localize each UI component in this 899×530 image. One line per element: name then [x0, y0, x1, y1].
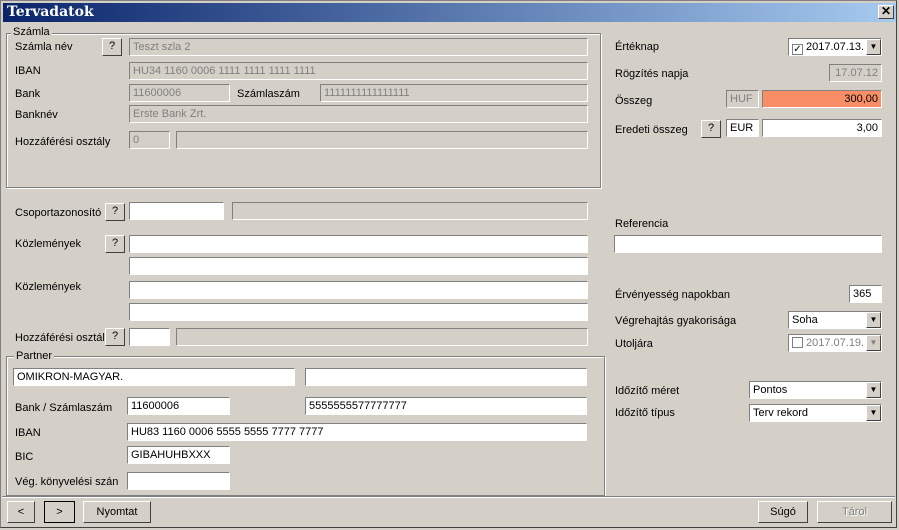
referencia-label: Referencia — [615, 218, 669, 230]
eredeti-currency-field[interactable]: EUR — [726, 119, 759, 137]
close-button[interactable]: ✕ — [878, 5, 894, 19]
szamlaszam-field[interactable]: 1111111111111111 — [320, 84, 588, 102]
chevron-down-icon[interactable]: ▼ — [866, 39, 881, 55]
partner-group-title: Partner — [14, 350, 55, 362]
idozito-meret-label: Időzítő méret — [615, 385, 680, 397]
partner-name-field[interactable]: OMIKRON-MAGYAR. — [13, 368, 295, 386]
hozzaferesi-label: Hozzáférési osztály — [15, 332, 111, 344]
bank-field[interactable]: 11600006 — [129, 84, 230, 102]
chevron-down-icon[interactable]: ▼ — [866, 382, 881, 398]
hozzaferesi-help-button[interactable]: ? — [105, 328, 125, 346]
konyvelesi-field[interactable] — [127, 472, 230, 490]
osszeg-label: Összeg — [615, 95, 653, 107]
szamla-nev-label: Számla név — [15, 41, 73, 53]
next-button[interactable]: > — [44, 501, 75, 523]
partner-bic-field[interactable]: GIBAHUHBXXX — [127, 446, 230, 464]
idozito-tipus-select[interactable]: Terv rekord ▼ — [749, 404, 882, 422]
kozlemenyek-field-3[interactable] — [129, 281, 588, 299]
kozlemenyek1-label: Közlemények — [15, 238, 82, 250]
partner-iban-field[interactable]: HU83 1160 0006 5555 5555 7777 7777 — [127, 423, 587, 441]
partner-szamlaszam-field[interactable]: 5555555577777777 — [305, 397, 587, 415]
save-button[interactable]: Tárol — [817, 501, 892, 523]
partner-iban-label: IBAN — [15, 427, 41, 439]
osszeg-field[interactable]: 300,00 — [762, 90, 882, 108]
rogzites-field[interactable]: 17.07.12 — [829, 64, 882, 82]
eredeti-osszeg-label: Eredeti összeg — [615, 124, 688, 136]
szamla-nev-help-button[interactable]: ? — [102, 38, 122, 56]
kozlemenyek-field-4[interactable] — [129, 303, 588, 321]
idozito-meret-value: Pontos — [753, 384, 788, 396]
erteknap-label: Értéknap — [615, 41, 660, 53]
szamla-hozzaferesi-desc[interactable] — [176, 131, 588, 149]
title-bar[interactable]: Tervadatok ✕ — [3, 3, 896, 22]
idozito-meret-select[interactable]: Pontos ▼ — [749, 381, 882, 399]
utoljara-label: Utoljára — [615, 338, 653, 350]
utoljara-checkbox[interactable] — [792, 337, 803, 348]
window-title: Tervadatok — [7, 4, 94, 20]
kozlemenyek-field-1[interactable] — [129, 235, 588, 253]
osszeg-currency-field[interactable]: HUF — [726, 90, 759, 108]
szamla-nev-field[interactable]: Teszt szla 2 — [129, 38, 588, 56]
gyakorisag-select[interactable]: Soha ▼ — [788, 311, 882, 329]
kozlemenyek-help-button[interactable]: ? — [105, 235, 125, 253]
eredeti-osszeg-field[interactable]: 3,00 — [762, 119, 882, 137]
partner-name2-field[interactable] — [305, 368, 587, 386]
konyvelesi-label: Vég. könyvelési szán — [15, 476, 119, 488]
partner-bic-label: BIC — [15, 451, 34, 463]
referencia-field[interactable] — [614, 235, 882, 253]
chevron-down-icon[interactable]: ▼ — [866, 312, 881, 328]
gyakorisag-value: Soha — [792, 314, 818, 326]
iban-label: IBAN — [15, 65, 41, 77]
csoport-help-button[interactable]: ? — [105, 203, 125, 221]
gyakorisag-label: Végrehajtás gyakorisága — [615, 315, 737, 327]
ervenyesseg-label: Érvényesség napokban — [615, 289, 730, 301]
chevron-down-icon[interactable]: ▼ — [866, 405, 881, 421]
kozlemenyek2-label: Közlemények — [15, 281, 82, 293]
prev-button[interactable]: < — [7, 501, 35, 523]
partner-bank-label: Bank / Számlaszám — [15, 402, 113, 414]
utoljara-value: 2017.07.19. — [806, 337, 865, 349]
rogzites-label: Rögzítés napja — [615, 68, 689, 80]
csoport-label: Csoportazonosító — [15, 207, 102, 219]
idozito-tipus-label: Időzítő típus — [615, 407, 675, 419]
idozito-tipus-value: Terv rekord — [753, 407, 809, 419]
iban-field[interactable]: HU34 1160 0006 1111 1111 1111 1111 — [129, 62, 588, 80]
print-button[interactable]: Nyomtat — [83, 501, 151, 523]
csoport-desc-field[interactable] — [232, 202, 588, 220]
hozzaferesi-field[interactable] — [129, 328, 170, 346]
partner-bank-field[interactable]: 11600006 — [127, 397, 230, 415]
erteknap-value: 2017.07.13. — [806, 41, 865, 53]
help-button[interactable]: Súgó — [758, 501, 808, 523]
kozlemenyek-field-2[interactable] — [129, 257, 588, 275]
utoljara-date-picker[interactable]: 2017.07.19. ▼ — [788, 334, 882, 352]
footer-separator — [2, 496, 895, 498]
chevron-down-icon[interactable]: ▼ — [866, 335, 881, 351]
bank-label: Bank — [15, 88, 41, 100]
szamla-group-title: Számla — [11, 26, 52, 38]
erteknap-checkbox[interactable]: ✓ — [792, 44, 803, 55]
szamlaszam-label: Számlaszám — [237, 88, 300, 100]
hozzaferesi-desc-field[interactable] — [176, 328, 588, 346]
csoport-field[interactable] — [129, 202, 224, 220]
erteknap-date-picker[interactable]: ✓ 2017.07.13. ▼ — [788, 38, 882, 56]
eredeti-osszeg-help-button[interactable]: ? — [701, 120, 721, 138]
banknev-field[interactable]: Erste Bank Zrt. — [129, 105, 588, 123]
szamla-hozzaferesi-field[interactable]: 0 — [129, 131, 170, 149]
ervenyesseg-field[interactable]: 365 — [849, 285, 882, 303]
szamla-hozzaferesi-label: Hozzáférési osztály — [15, 136, 111, 148]
banknev-label: Banknév — [15, 109, 58, 121]
